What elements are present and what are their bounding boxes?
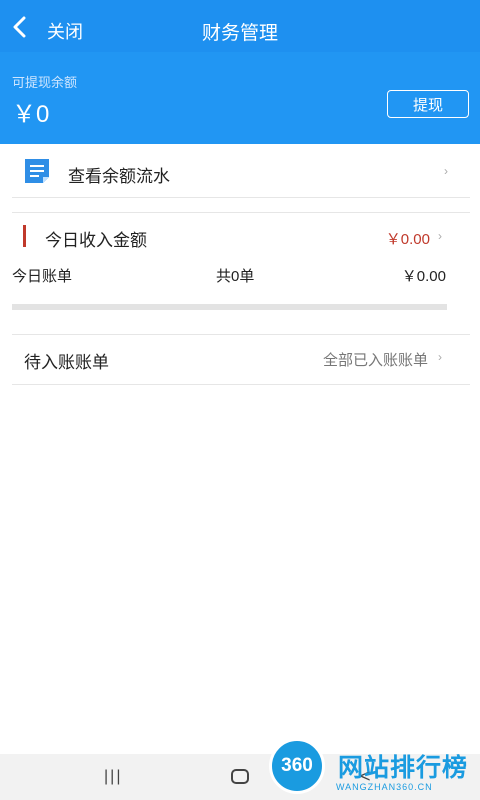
document-icon — [24, 158, 50, 189]
recent-apps-icon[interactable]: ||| — [104, 768, 122, 786]
chevron-right-icon[interactable]: › — [438, 350, 442, 364]
divider-bar — [12, 304, 447, 310]
watermark-badge: 360 — [269, 738, 325, 794]
all-settled-bills-link[interactable]: 全部已入账账单 — [323, 349, 428, 370]
income-accent-bar — [23, 225, 26, 247]
page-title: 财务管理 — [201, 23, 278, 44]
today-bills-label: 今日账单 — [12, 268, 73, 285]
balance-flow-row[interactable]: 查看余额流水 › — [12, 146, 470, 198]
divider — [12, 384, 470, 385]
divider — [12, 212, 470, 213]
balance-flow-label: 查看余额流水 — [68, 167, 170, 186]
balance-label: 可提现余额 — [12, 75, 78, 90]
withdraw-button[interactable]: 提现 — [387, 90, 469, 118]
today-bills-count: 共0单 — [216, 268, 255, 285]
home-icon[interactable] — [231, 769, 249, 784]
watermark-subtext: WANGZHAN360.CN — [336, 782, 433, 792]
today-bills-amount: ￥0.00 — [401, 268, 446, 285]
income-value: ￥0.00 — [385, 231, 430, 248]
chevron-right-icon: › — [444, 164, 448, 178]
pending-bills-label: 待入账账单 — [24, 353, 109, 372]
watermark-text: 网站排行榜 — [338, 754, 469, 782]
divider — [12, 334, 470, 335]
balance-value: ￥0 — [12, 101, 50, 128]
income-label: 今日收入金额 — [45, 231, 147, 250]
chevron-right-icon[interactable]: › — [438, 229, 442, 243]
